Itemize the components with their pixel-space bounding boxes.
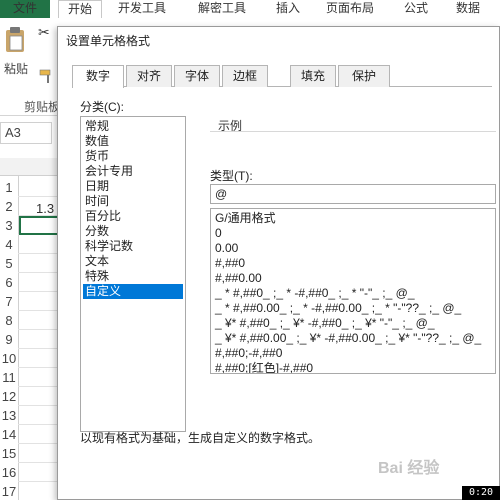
type-input[interactable]	[210, 184, 496, 204]
row-gridline	[18, 405, 60, 406]
tab-alignment[interactable]: 对齐	[126, 65, 172, 87]
tab-formulas[interactable]: 公式	[404, 0, 428, 18]
row-number[interactable]: 9	[0, 332, 18, 347]
category-item[interactable]: 特殊	[83, 269, 183, 284]
ribbon-tab-bar: 文件 开始 开发工具 解密工具 插入 页面布局 公式 数据	[0, 0, 500, 18]
format-code-list[interactable]: G/通用格式 0 0.00 #,##0 #,##0.00 _ * #,##0_ …	[210, 208, 496, 374]
format-item[interactable]: 0	[215, 226, 222, 241]
category-item[interactable]: 日期	[83, 179, 183, 194]
row-number[interactable]: 1	[0, 180, 18, 195]
category-item[interactable]: 文本	[83, 254, 183, 269]
category-item[interactable]: 分数	[83, 224, 183, 239]
row-gridline	[18, 253, 60, 254]
cut-icon[interactable]: ✂	[38, 24, 50, 41]
row-gridline	[18, 424, 60, 425]
row-gridline	[18, 329, 60, 330]
watermark: Bai 经验	[378, 460, 440, 477]
format-description: 以现有格式为基础，生成自定义的数字格式。	[80, 431, 321, 445]
row-number[interactable]: 4	[0, 237, 18, 252]
sample-box	[210, 131, 496, 157]
tab-number[interactable]: 数字	[72, 65, 124, 88]
tab-data[interactable]: 数据	[456, 0, 480, 18]
format-item[interactable]: #,##0	[215, 256, 245, 271]
tab-developer[interactable]: 开发工具	[118, 0, 166, 18]
format-cells-dialog: 设置单元格格式 数字 对齐 字体 边框 填充 保护 分类(C): 常规 数值 货…	[57, 26, 500, 500]
category-item[interactable]: 数值	[83, 134, 183, 149]
row-number[interactable]: 11	[0, 370, 18, 385]
format-item[interactable]: _ ¥* #,##0.00_ ;_ ¥* -#,##0.00_ ;_ ¥* "-…	[215, 331, 481, 346]
tab-font[interactable]: 字体	[174, 65, 220, 87]
row-number[interactable]: 6	[0, 275, 18, 290]
category-item[interactable]: 常规	[83, 119, 183, 134]
row-gridline	[18, 310, 60, 311]
paste-icon[interactable]	[4, 26, 26, 54]
category-list[interactable]: 常规 数值 货币 会计专用 日期 时间 百分比 分数 科学记数 文本 特殊 自定…	[80, 116, 186, 432]
tab-decrypt-tools[interactable]: 解密工具	[198, 0, 246, 18]
row-number[interactable]: 5	[0, 256, 18, 271]
type-label: 类型(T):	[210, 169, 253, 183]
format-item[interactable]: 0.00	[215, 241, 238, 256]
category-item-selected[interactable]: 自定义	[83, 284, 183, 299]
row-number[interactable]: 14	[0, 427, 18, 442]
dialog-tab-bar: 数字 对齐 字体 边框 填充 保护	[72, 65, 492, 88]
row-gridline	[18, 196, 60, 197]
name-box[interactable]: A3	[0, 122, 52, 144]
tab-protection[interactable]: 保护	[338, 65, 390, 87]
row-number[interactable]: 10	[0, 351, 18, 366]
tab-file[interactable]: 文件	[0, 0, 50, 18]
format-item[interactable]: #,##0;[红色]-#,##0	[215, 361, 313, 373]
row-gridline	[18, 348, 60, 349]
format-item[interactable]: _ ¥* #,##0_ ;_ ¥* -#,##0_ ;_ ¥* "-"_ ;_ …	[215, 316, 435, 331]
format-item[interactable]: _ * #,##0_ ;_ * -#,##0_ ;_ * "-"_ ;_ @_	[215, 286, 415, 301]
paste-label[interactable]: 粘贴	[4, 60, 28, 77]
active-cell-a3[interactable]	[19, 216, 59, 235]
category-item[interactable]: 货币	[83, 149, 183, 164]
category-label: 分类(C):	[80, 100, 124, 114]
row-number[interactable]: 3	[0, 218, 18, 233]
row-number[interactable]: 2	[0, 199, 18, 214]
row-gridline	[18, 367, 60, 368]
row-number[interactable]: 7	[0, 294, 18, 309]
video-timer: 0:20	[462, 486, 500, 500]
tab-border[interactable]: 边框	[222, 65, 268, 87]
tab-page-layout[interactable]: 页面布局	[326, 0, 374, 18]
category-item[interactable]: 科学记数	[83, 239, 183, 254]
clipboard-group-label: 剪贴板	[24, 100, 61, 114]
row-gridline	[18, 462, 60, 463]
tab-home[interactable]: 开始	[58, 0, 102, 18]
row-number[interactable]: 16	[0, 465, 18, 480]
row-gridline	[18, 481, 60, 482]
category-item[interactable]: 时间	[83, 194, 183, 209]
row-gridline	[18, 272, 60, 273]
row-number[interactable]: 13	[0, 408, 18, 423]
row-gridline	[18, 443, 60, 444]
row-number[interactable]: 15	[0, 446, 18, 461]
row-gridline	[18, 386, 60, 387]
format-item[interactable]: #,##0;-#,##0	[215, 346, 282, 361]
row-number[interactable]: 12	[0, 389, 18, 404]
row-number[interactable]: 8	[0, 313, 18, 328]
dialog-title: 设置单元格格式	[66, 34, 151, 48]
tab-fill[interactable]: 填充	[290, 65, 336, 87]
category-item[interactable]: 会计专用	[83, 164, 183, 179]
row-gridline	[18, 291, 60, 292]
format-item[interactable]: #,##0.00	[215, 271, 262, 286]
cell-b2-value[interactable]: 1.3	[36, 201, 54, 216]
tab-insert[interactable]: 插入	[276, 0, 300, 18]
format-painter-icon[interactable]	[38, 68, 54, 84]
category-item[interactable]: 百分比	[83, 209, 183, 224]
format-item[interactable]: G/通用格式	[215, 211, 276, 226]
format-item[interactable]: _ * #,##0.00_ ;_ * -#,##0.00_ ;_ * "-"??…	[215, 301, 461, 316]
row-number[interactable]: 17	[0, 484, 18, 499]
